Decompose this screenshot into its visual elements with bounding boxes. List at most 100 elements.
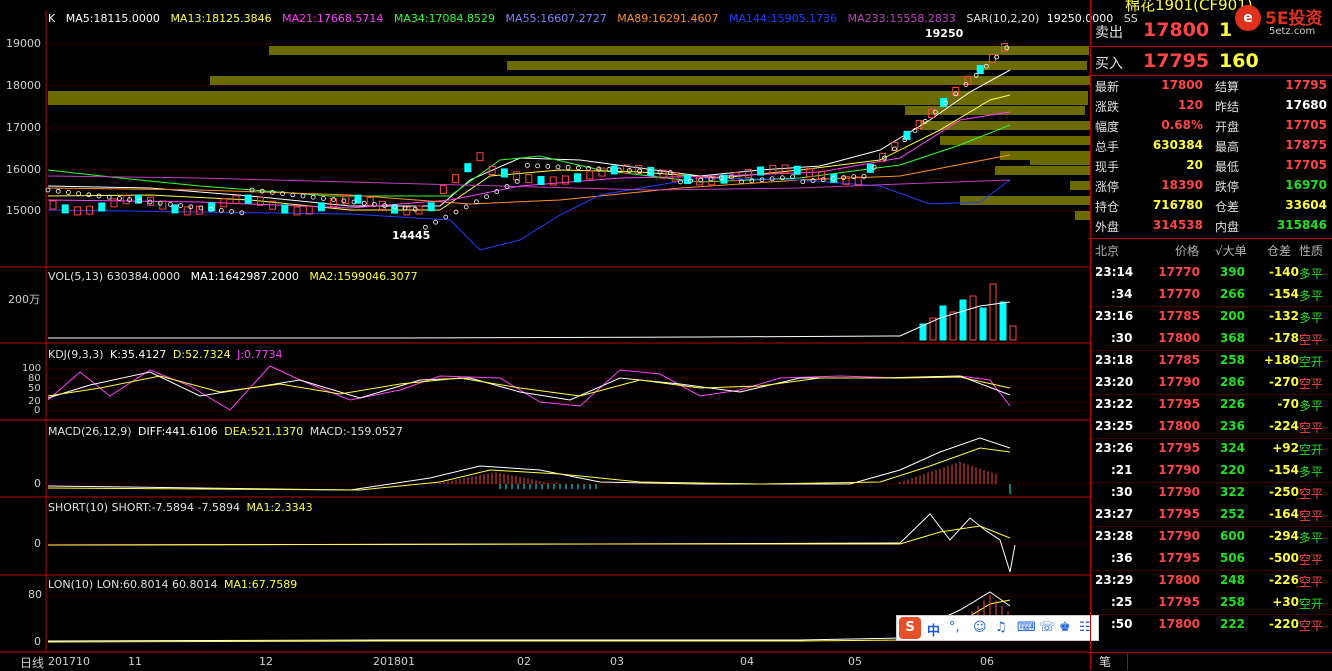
chart-area[interactable]: K MA5:18115.0000 MA13:18125.3846 MA21:17…	[0, 0, 1138, 671]
ime-skin-icon[interactable]: ♚	[1059, 620, 1071, 635]
stat-value: 716780	[1152, 198, 1203, 212]
volume-profile-bar	[960, 196, 1090, 205]
candlestick	[903, 130, 911, 140]
tick-type: 空平	[1299, 487, 1324, 501]
quote-panel: 棉花1901(CF901) e 5E投资 5etz.com 卖出 17800 1…	[1090, 0, 1332, 670]
x-axis-label: 03	[610, 655, 624, 668]
ime-voice-icon[interactable]: ♫	[995, 620, 1007, 635]
stat-label: 涨跌	[1095, 100, 1120, 114]
tick-row[interactable]: 23:20 17790 286 -270 空平	[1091, 373, 1332, 393]
tick-row[interactable]: 23:25 17800 236 -224 空平	[1091, 417, 1332, 437]
stat-label: 总手	[1095, 140, 1120, 154]
ime-punct-icon[interactable]: °,	[949, 620, 960, 635]
tick-oi: -164	[1268, 507, 1299, 521]
tick-type: 空开	[1299, 597, 1324, 611]
candlestick	[464, 163, 472, 173]
ime-menu-icon[interactable]: ☷	[1079, 620, 1091, 635]
sell-price[interactable]: 17800	[1143, 19, 1209, 41]
ma34-value: MA34:17084.8529	[393, 12, 496, 25]
tick-row[interactable]: 23:18 17785 258 +180 空开	[1091, 351, 1332, 371]
ime-keyboard-icon[interactable]: ⌨	[1017, 620, 1036, 635]
tick-time: 23:26	[1095, 441, 1134, 455]
tick-row[interactable]: 23:27 17795 252 -164 空平	[1091, 505, 1332, 525]
sar-dot	[361, 200, 367, 206]
tick-row[interactable]: 23:14 17770 390 -140 多平	[1091, 263, 1332, 283]
volume-profile-bar	[905, 106, 1085, 115]
candlestick	[305, 205, 313, 215]
tick-row[interactable]: :50 17800 222 -220 空平	[1091, 615, 1332, 635]
buy-price[interactable]: 17795	[1143, 50, 1209, 72]
macd-diff: DIFF:441.6106	[138, 425, 218, 438]
ime-logo-icon[interactable]: S	[899, 617, 921, 639]
ime-emoji-icon[interactable]: ☺	[973, 620, 987, 635]
tick-type: 多平	[1299, 465, 1324, 479]
ime-tools-icon[interactable]: ☏	[1039, 620, 1055, 635]
candlestick	[98, 202, 106, 212]
tick-time: 23:14	[1095, 265, 1134, 279]
tick-time: 23:22	[1095, 397, 1134, 411]
tick-volume: 248	[1219, 573, 1245, 587]
ma144-value: MA144:15905.1736	[728, 12, 838, 25]
tick-type: 空平	[1299, 575, 1324, 589]
stat-label: 最低	[1215, 160, 1240, 174]
volume-profile-bar	[48, 96, 1088, 105]
candlestick	[586, 170, 594, 180]
x-axis-label: 04	[740, 655, 754, 668]
tick-row[interactable]: :30 17800 368 -178 空平	[1091, 329, 1332, 349]
kdj-axis-label: 0	[34, 405, 41, 416]
stat-value: 33604	[1285, 198, 1327, 212]
tick-price: 17795	[1158, 595, 1200, 609]
tick-time: 23:28	[1095, 529, 1134, 543]
tick-oi: -250	[1268, 485, 1299, 499]
tick-volume: 286	[1219, 375, 1245, 389]
tick-oi: -140	[1268, 265, 1299, 279]
tick-row[interactable]: :34 17770 266 -154 多平	[1091, 285, 1332, 305]
tick-header-volume: √大单	[1215, 244, 1247, 258]
logo-icon: e	[1235, 5, 1261, 31]
price-axis-label: 18000	[6, 79, 41, 92]
kdj-axis-label: 50	[28, 383, 41, 394]
ime-lang-toggle[interactable]: 中	[927, 620, 940, 639]
tick-time: :36	[1111, 551, 1133, 565]
tick-oi: +30	[1272, 595, 1299, 609]
tick-volume: 324	[1219, 441, 1245, 455]
candlestick	[317, 202, 325, 212]
sar-dot	[66, 189, 71, 195]
tick-row[interactable]: 23:28 17790 600 -294 多平	[1091, 527, 1332, 547]
tick-row[interactable]: :36 17795 506 -500 空平	[1091, 549, 1332, 569]
tick-row[interactable]: :25 17795 258 +30 空开	[1091, 593, 1332, 613]
sar-dot	[555, 164, 561, 170]
sar-dot	[535, 163, 540, 169]
tick-row[interactable]: :21 17790 220 -154 多平	[1091, 461, 1332, 481]
stat-value: 17705	[1285, 158, 1327, 172]
stat-value: 17795	[1285, 78, 1327, 92]
tick-row[interactable]: :30 17790 322 -250 空平	[1091, 483, 1332, 503]
candlestick	[452, 174, 460, 184]
stat-value: 315846	[1276, 218, 1327, 232]
period-label[interactable]: 日线	[20, 654, 44, 671]
tick-volume: 368	[1219, 331, 1245, 345]
tick-price: 17785	[1158, 309, 1200, 323]
vol-ma1: MA1:1642987.2000	[190, 270, 299, 283]
stat-label: 仓差	[1215, 200, 1240, 214]
volume-profile-bar	[269, 46, 1089, 55]
candlestick	[61, 204, 69, 214]
tick-row[interactable]: 23:16 17785 200 -132 多平	[1091, 307, 1332, 327]
tick-row[interactable]: 23:26 17795 324 +92 空开	[1091, 439, 1332, 459]
tick-tab[interactable]: 笔	[1099, 653, 1128, 670]
sar-dot	[576, 165, 581, 171]
tick-price: 17800	[1158, 617, 1200, 631]
tick-oi: -500	[1268, 551, 1299, 565]
tick-row[interactable]: 23:29 17800 248 -226 空平	[1091, 571, 1332, 591]
tick-oi: -226	[1268, 573, 1299, 587]
tick-volume: 220	[1219, 463, 1245, 477]
stat-label: 幅度	[1095, 120, 1120, 134]
buy-label: 买入	[1095, 56, 1123, 72]
tick-row[interactable]: 23:22 17795 226 -70 多平	[1091, 395, 1332, 415]
tick-type: 多平	[1299, 289, 1324, 303]
ime-toolbar[interactable]: S 中 °, ☺ ♫ ⌨ ☏ ♚ ☷	[896, 615, 1099, 641]
candlestick	[610, 165, 618, 175]
tick-volume: 200	[1219, 309, 1245, 323]
kdj-label: KDJ(9,3,3)	[48, 348, 104, 361]
chart-canvas[interactable]	[0, 0, 1090, 670]
